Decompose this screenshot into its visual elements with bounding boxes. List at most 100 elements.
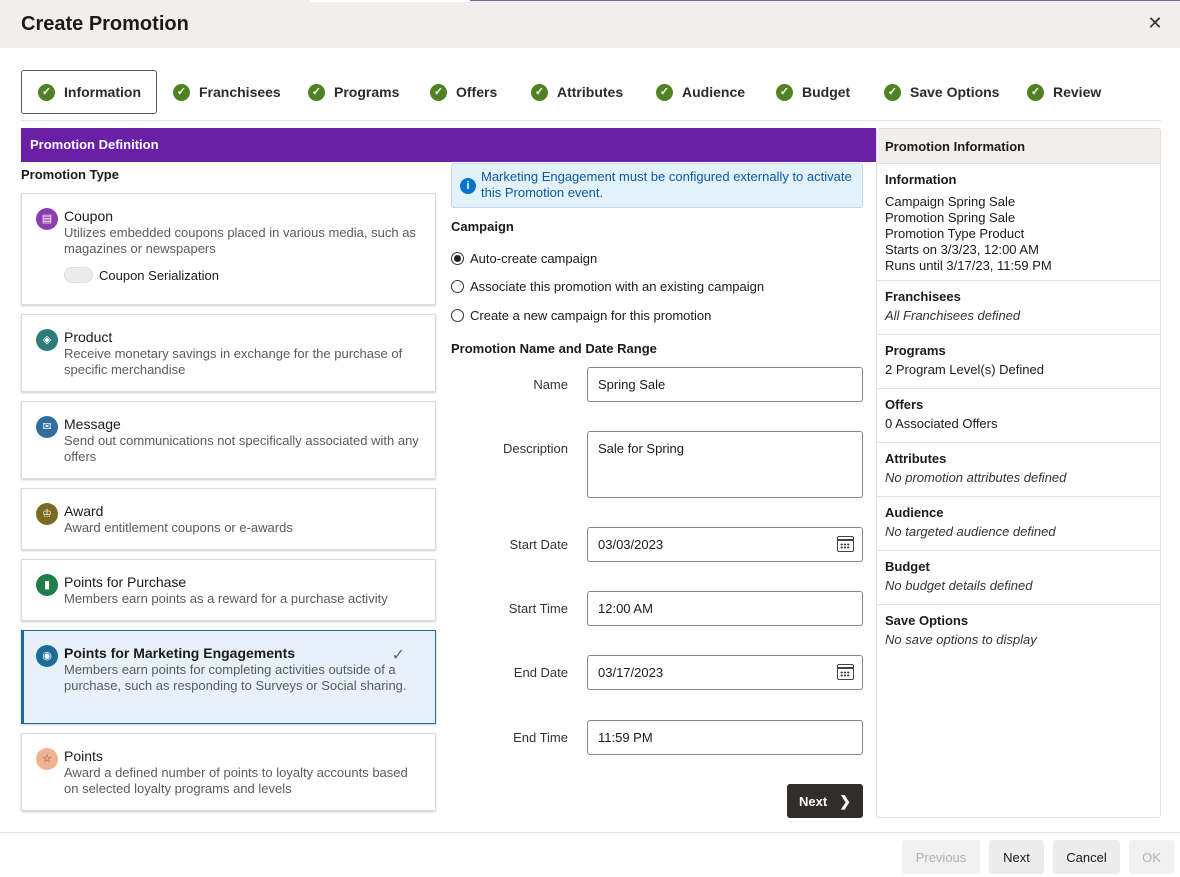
start-date-value: 03/03/2023	[598, 537, 664, 552]
step-label: Information	[64, 84, 141, 100]
calendar-icon[interactable]	[837, 536, 854, 552]
step-programs[interactable]: ✓ Programs	[308, 70, 399, 114]
next-button[interactable]: Next	[989, 840, 1044, 874]
card-description: Award entitlement coupons or e-awards	[64, 520, 293, 535]
side-section-title: Programs	[885, 343, 946, 358]
step-label: Programs	[334, 84, 400, 100]
coupon-serialization-toggle[interactable]	[64, 267, 93, 283]
previous-button[interactable]: Previous	[902, 840, 980, 874]
radio-create-new-campaign[interactable]: Create a new campaign for this promotion	[451, 308, 711, 323]
close-icon[interactable]: ✕	[1144, 12, 1166, 34]
type-card-coupon[interactable]: ▤ Coupon Utilizes embedded coupons place…	[21, 193, 436, 305]
end-date-label: End Date	[513, 665, 568, 680]
radio-icon	[451, 309, 464, 322]
next-label: Next	[799, 793, 828, 809]
check-circle-icon: ✓	[430, 83, 447, 101]
step-audience[interactable]: ✓ Audience	[656, 70, 745, 114]
card-description: Send out communications not specifically…	[64, 433, 419, 464]
step-franchisees[interactable]: ✓ Franchisees	[173, 70, 281, 114]
side-section-title: Save Options	[885, 613, 969, 628]
info-banner: i Marketing Engagement must be configure…	[451, 163, 863, 208]
radio-label: Auto-create campaign	[470, 251, 598, 266]
start-time-label: Start Time	[508, 601, 568, 616]
step-save-options[interactable]: ✓ Save Options	[884, 70, 999, 114]
step-information[interactable]: ✓ Information	[21, 70, 157, 114]
side-section-title: Attributes	[885, 451, 947, 466]
calendar-icon[interactable]	[837, 664, 854, 680]
next-button-inline[interactable]: Next ❯	[787, 784, 863, 818]
name-input[interactable]: Spring Sale	[587, 367, 863, 402]
step-offers[interactable]: ✓ Offers	[430, 70, 497, 114]
type-card-message[interactable]: ✉ Message Send out communications not sp…	[21, 401, 436, 479]
ok-button[interactable]: OK	[1129, 840, 1174, 874]
check-circle-icon: ✓	[884, 83, 901, 101]
side-line: Promotion Type Product	[885, 226, 1025, 241]
info-banner-text: Marketing Engagement must be configured …	[481, 169, 852, 200]
info-icon: i	[460, 178, 476, 194]
step-attributes[interactable]: ✓ Attributes	[531, 70, 623, 114]
side-panel-header: Promotion Information	[877, 129, 1160, 163]
side-section-audience: Audience No targeted audience defined	[877, 496, 1160, 550]
trophy-icon: ♔	[36, 503, 58, 525]
card-description: Members earn points for completing activ…	[64, 662, 407, 693]
check-circle-icon: ✓	[776, 83, 793, 101]
side-line: No promotion attributes defined	[885, 470, 1067, 485]
side-section-attributes: Attributes No promotion attributes defin…	[877, 442, 1160, 496]
side-section-title: Offers	[885, 397, 924, 412]
toggle-label: Coupon Serialization	[99, 268, 219, 283]
check-circle-icon: ✓	[531, 83, 548, 101]
card-title: Product	[64, 329, 113, 345]
check-circle-icon: ✓	[1027, 83, 1044, 101]
envelope-icon: ✉	[36, 416, 58, 438]
side-section-information: Information Campaign Spring Sale Promoti…	[877, 163, 1160, 280]
description-textarea[interactable]: Sale for Spring	[587, 431, 863, 498]
radio-icon	[451, 280, 464, 293]
radio-associate-existing-campaign[interactable]: Associate this promotion with an existin…	[451, 279, 764, 294]
campaign-title: Campaign	[451, 219, 514, 234]
end-time-label: End Time	[513, 730, 568, 745]
side-line: Starts on 3/3/23, 12:00 AM	[885, 242, 1039, 257]
cancel-button[interactable]: Cancel	[1053, 840, 1120, 874]
card-title: Award	[64, 503, 104, 519]
card-title: Coupon	[64, 208, 114, 224]
promotion-definition-header: Promotion Definition	[21, 128, 876, 162]
name-date-title: Promotion Name and Date Range	[451, 341, 657, 356]
step-label: Attributes	[557, 84, 624, 100]
type-card-product[interactable]: ◈ Product Receive monetary savings in ex…	[21, 314, 436, 392]
side-section-budget: Budget No budget details defined	[877, 550, 1160, 604]
step-budget[interactable]: ✓ Budget	[776, 70, 850, 114]
type-card-points[interactable]: ☆ Points Award a defined number of point…	[21, 733, 436, 811]
type-card-points-for-purchase[interactable]: ▮ Points for Purchase Members earn point…	[21, 559, 436, 621]
end-time-input[interactable]: 11:59 PM	[587, 720, 863, 755]
check-circle-icon: ✓	[38, 83, 55, 101]
side-section-title: Budget	[885, 559, 930, 574]
side-line: 2 Program Level(s) Defined	[885, 362, 1044, 377]
step-review[interactable]: ✓ Review	[1027, 70, 1101, 114]
radio-selected-icon	[451, 252, 464, 265]
side-section-title: Audience	[885, 505, 944, 520]
side-section-title: Information	[885, 172, 957, 187]
promotion-type-title: Promotion Type	[21, 167, 119, 182]
type-card-points-for-marketing-engagements[interactable]: ◉ Points for Marketing Engagements Membe…	[21, 630, 436, 724]
dialog-header: Create Promotion ✕	[0, 0, 1180, 48]
start-time-input[interactable]: 12:00 AM	[587, 591, 863, 626]
side-section-franchisees: Franchisees All Franchisees defined	[877, 280, 1160, 334]
coupon-icon: ▤	[36, 208, 58, 230]
eye-icon: ◉	[36, 645, 58, 667]
step-label: Franchisees	[199, 84, 281, 100]
chevron-right-icon: ❯	[839, 792, 851, 809]
side-line: No save options to display	[885, 632, 1037, 647]
card-title: Message	[64, 416, 121, 432]
check-circle-icon: ✓	[173, 83, 190, 101]
check-circle-icon: ✓	[656, 83, 673, 101]
start-date-input[interactable]: 03/03/2023	[587, 527, 863, 562]
top-tab-indicator	[310, 0, 470, 2]
radio-auto-create-campaign[interactable]: Auto-create campaign	[451, 251, 597, 266]
radio-label: Create a new campaign for this promotion	[470, 308, 712, 323]
top-edge-line	[470, 0, 1180, 1]
type-card-award[interactable]: ♔ Award Award entitlement coupons or e-a…	[21, 488, 436, 550]
dialog-footer: Previous Next Cancel OK	[0, 832, 1180, 877]
card-description: Receive monetary savings in exchange for…	[64, 346, 403, 377]
side-section-save-options: Save Options No save options to display	[877, 604, 1160, 658]
end-date-input[interactable]: 03/17/2023	[587, 655, 863, 690]
